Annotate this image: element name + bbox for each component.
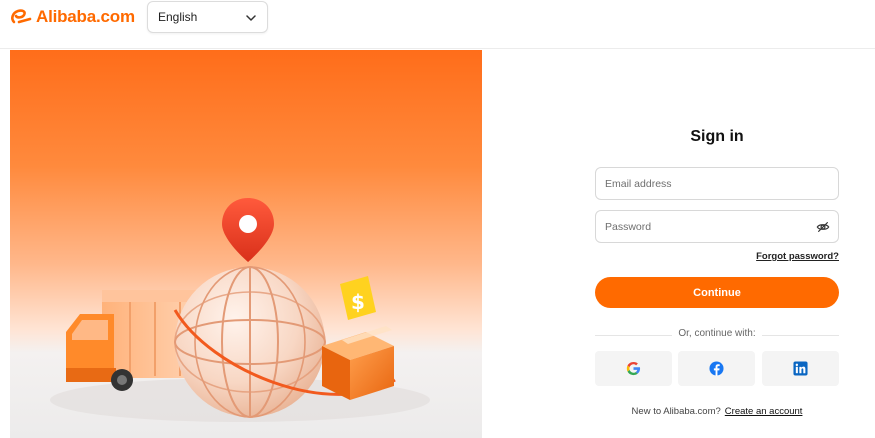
alibaba-logo[interactable]: Alibaba.com xyxy=(10,6,135,28)
linkedin-login-button[interactable] xyxy=(762,351,839,386)
email-field[interactable] xyxy=(596,168,796,199)
google-icon xyxy=(626,361,641,376)
password-field-wrapper xyxy=(595,210,839,243)
alibaba-logo-icon xyxy=(11,9,32,24)
email-field-wrapper xyxy=(595,167,839,200)
logistics-illustration: $ xyxy=(50,198,430,422)
google-login-button[interactable] xyxy=(595,351,672,386)
password-field[interactable] xyxy=(596,211,796,242)
sign-in-title: Sign in xyxy=(690,128,744,145)
new-user-text: New to Alibaba.com? xyxy=(631,406,721,417)
top-header: Alibaba.com English xyxy=(0,0,875,49)
forgot-password-link[interactable]: Forgot password? xyxy=(756,251,839,262)
divider-text-wrap: Or, continue with: xyxy=(595,328,839,339)
hero-illustration: $ xyxy=(10,50,482,438)
linkedin-icon xyxy=(793,361,808,376)
signup-prompt: New to Alibaba.com? Create an account xyxy=(595,406,839,417)
logo-text: Alibaba.com xyxy=(36,7,135,26)
eye-off-icon[interactable] xyxy=(816,220,830,234)
parcel-box xyxy=(322,326,394,400)
location-pin-icon xyxy=(222,198,274,262)
facebook-icon xyxy=(709,361,724,376)
facebook-login-button[interactable] xyxy=(678,351,755,386)
continue-button[interactable]: Continue xyxy=(595,277,839,308)
sign-in-page: Alibaba.com English $ Sign in Email addr… xyxy=(0,0,875,438)
chevron-down-icon xyxy=(246,15,256,21)
language-value: English xyxy=(158,10,198,24)
svg-text:$: $ xyxy=(351,290,365,314)
divider-text: Or, continue with: xyxy=(672,328,762,339)
language-select[interactable]: English xyxy=(147,1,268,33)
social-divider: Or, continue with: xyxy=(595,328,839,342)
dollar-tag-icon: $ xyxy=(340,276,376,320)
create-account-link[interactable]: Create an account xyxy=(725,406,803,417)
